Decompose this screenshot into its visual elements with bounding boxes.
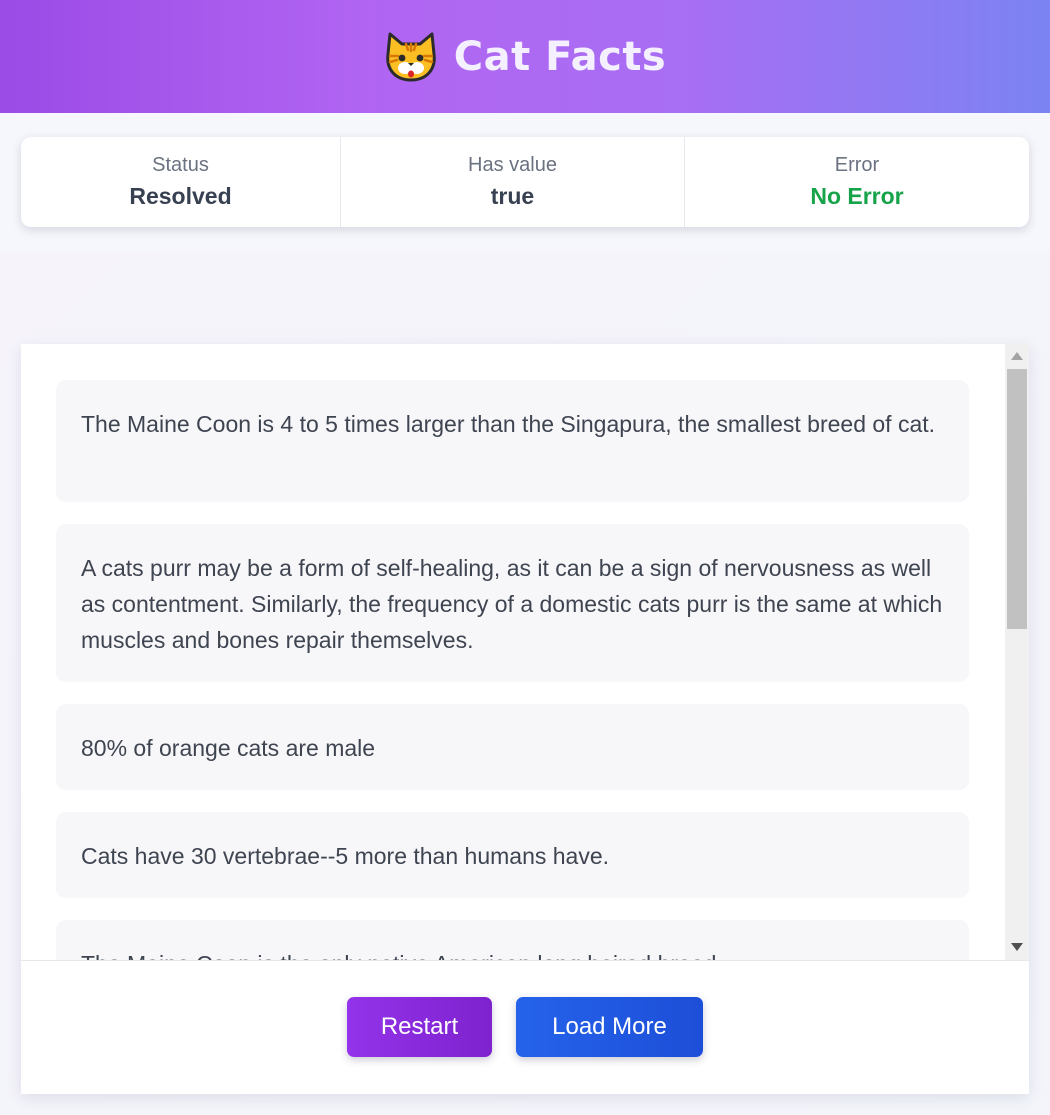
page-title: Cat Facts xyxy=(453,33,667,80)
app-header: Cat Facts xyxy=(0,0,1050,113)
facts-panel: The Maine Coon is 4 to 5 times larger th… xyxy=(21,344,1029,1094)
status-value: Resolved xyxy=(129,183,232,209)
has-value-cell: Has value true xyxy=(341,137,685,227)
error-label: Error xyxy=(834,154,880,176)
scrollbar-thumb[interactable] xyxy=(1007,369,1027,629)
status-cell: Status Resolved xyxy=(21,137,341,227)
has-value-value: true xyxy=(490,183,535,209)
facts-list[interactable]: The Maine Coon is 4 to 5 times larger th… xyxy=(21,344,1029,960)
load-more-button[interactable]: Load More xyxy=(516,996,703,1057)
error-value: No Error xyxy=(810,183,904,209)
scroll-down-arrow-icon[interactable] xyxy=(1011,943,1023,951)
fact-item: A cats purr may be a form of self-healin… xyxy=(56,524,969,682)
status-card: Status Resolved Has value true Error No … xyxy=(21,137,1029,227)
has-value-label: Has value xyxy=(468,154,557,176)
scrollbar[interactable] xyxy=(1005,344,1029,960)
actions-footer: Restart Load More xyxy=(21,960,1029,1094)
cat-face-icon xyxy=(386,32,436,81)
error-cell: Error No Error xyxy=(685,137,1029,227)
fact-item: Cats have 30 vertebrae--5 more than huma… xyxy=(56,812,969,898)
fact-item: 80% of orange cats are male xyxy=(56,704,969,790)
status-label: Status xyxy=(152,154,209,176)
scroll-up-arrow-icon[interactable] xyxy=(1011,352,1023,360)
fact-item: The Maine Coon is 4 to 5 times larger th… xyxy=(56,380,969,502)
restart-button[interactable]: Restart xyxy=(347,996,492,1057)
fact-item: The Maine Coon is the only native Americ… xyxy=(56,920,969,960)
